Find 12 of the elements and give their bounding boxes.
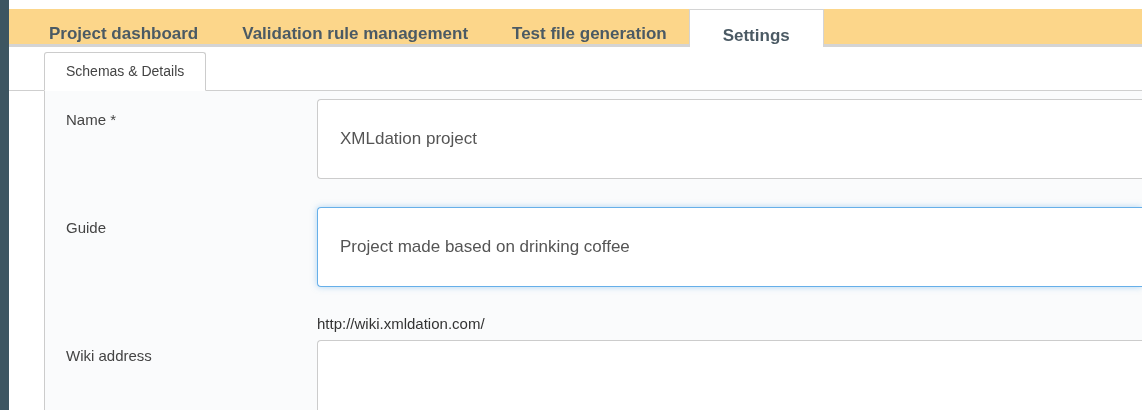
nav-tab[interactable]: Project dashboard <box>27 9 221 44</box>
field-label: Guide <box>65 218 108 238</box>
helper-text: http://wiki.xmldation.com/ <box>317 315 486 332</box>
nav-tab[interactable]: Test file generation <box>490 9 689 44</box>
sub-tab[interactable]: Schemas & Details <box>44 52 207 91</box>
text-field[interactable] <box>317 340 1142 410</box>
text-field[interactable]: XMLdation project <box>317 99 1142 179</box>
text-field[interactable]: Project made based on drinking coffee <box>317 207 1142 287</box>
field-label: Wiki address <box>65 346 153 366</box>
nav-tab[interactable]: Validation rule management <box>220 9 491 44</box>
nav-tab[interactable]: Settings <box>688 9 824 47</box>
field-label: Name * <box>65 110 118 130</box>
